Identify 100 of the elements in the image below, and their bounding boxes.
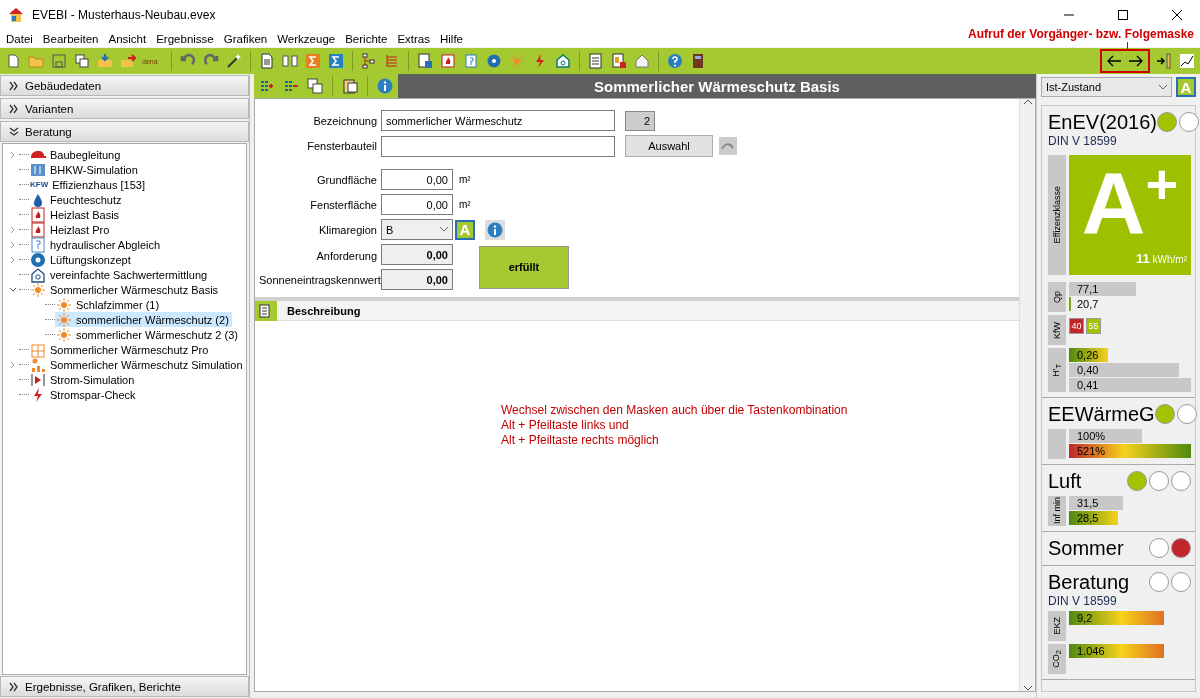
sun-icon xyxy=(30,281,46,298)
sum-icon[interactable] xyxy=(304,52,322,70)
menu-item[interactable]: Ergebnisse xyxy=(152,32,220,45)
valve-icon[interactable] xyxy=(462,52,480,70)
collapse-icon xyxy=(9,126,19,137)
copy-icon[interactable] xyxy=(73,52,91,70)
help-icon[interactable] xyxy=(666,52,684,70)
tree-item[interactable]: Feuchteschutz xyxy=(29,192,125,207)
tree-item[interactable]: Stromspar-Check xyxy=(29,387,139,402)
scroll-up-icon[interactable] xyxy=(1023,99,1032,105)
menu-item[interactable]: Bearbeiten xyxy=(38,32,105,45)
compare-icon[interactable] xyxy=(281,52,299,70)
menu-item[interactable]: Extras xyxy=(393,32,436,45)
menu-item[interactable]: Werkzeuge xyxy=(273,32,342,45)
menu-item[interactable]: Ansicht xyxy=(104,32,153,45)
field-label: Bezeichnung xyxy=(312,114,377,127)
variant-dropdown[interactable]: Ist-Zustand xyxy=(1041,77,1172,97)
menu-item[interactable]: Datei xyxy=(2,32,39,45)
select-button[interactable]: Auswahl xyxy=(625,135,713,157)
tree-item[interactable]: Sommerlicher Wärmeschutz Pro xyxy=(29,342,212,357)
side-label: Qp xyxy=(1052,291,1062,303)
energy-value: 11 kWh/m² xyxy=(1136,251,1187,266)
side-label-bar xyxy=(1048,429,1066,459)
menu-item[interactable]: Hilfe xyxy=(435,32,469,45)
info-icon[interactable] xyxy=(485,219,505,240)
checklist-icon[interactable] xyxy=(587,52,605,70)
field-label: Anforderung xyxy=(315,250,377,262)
bar-value: 20,7 xyxy=(1077,297,1099,311)
expand-icon[interactable] xyxy=(9,240,17,249)
tree-item[interactable]: Heizlast Pro xyxy=(29,222,113,237)
close-icon[interactable] xyxy=(1172,10,1182,20)
import-icon[interactable] xyxy=(96,52,114,70)
collapse-icon[interactable] xyxy=(9,285,17,294)
export-folder-icon[interactable] xyxy=(119,52,137,70)
info-icon[interactable] xyxy=(376,77,394,95)
tree-item[interactable]: vereinfachte Sachwertermittlung xyxy=(29,267,211,282)
arrow-button-icon[interactable] xyxy=(719,137,737,155)
expand-icon[interactable] xyxy=(9,150,17,159)
sun-icon xyxy=(56,296,72,313)
hierarchy-icon[interactable] xyxy=(360,52,378,70)
section-title: Luft xyxy=(1048,469,1082,493)
line-chart-icon[interactable] xyxy=(1178,52,1196,70)
tree-item[interactable]: sommerlicher Wärmeschutz (2) xyxy=(55,312,232,327)
bar-value: 9,2 xyxy=(1077,611,1093,625)
side-label: KfW xyxy=(1052,321,1062,339)
sidebar-section-header[interactable]: Varianten xyxy=(0,98,249,119)
tree-item[interactable]: Baubegleitung xyxy=(29,147,124,162)
flame-icon[interactable] xyxy=(439,52,457,70)
standard-label: DIN V 18599 xyxy=(1048,594,1118,608)
scroll-down-icon[interactable] xyxy=(1023,685,1032,691)
bar-value: 0,40 xyxy=(1077,363,1099,377)
sum-icon[interactable] xyxy=(327,52,345,70)
wand-icon[interactable] xyxy=(225,52,243,70)
sidebar-section-header[interactable]: Gebäudedaten xyxy=(0,75,249,96)
area-field[interactable]: 0,00 xyxy=(381,169,453,190)
expand-icon[interactable] xyxy=(9,255,17,264)
maximize-icon[interactable] xyxy=(1118,10,1128,20)
section-title: Beratung xyxy=(1048,570,1130,594)
house-icon[interactable] xyxy=(633,52,651,70)
fan-icon xyxy=(30,251,46,268)
description-area[interactable]: Wechsel zwischen den Masken auch über die Tastenkombination Alt + Pfeiltaste links und Alt + Pfeiltaste rechts möglich xyxy=(255,321,1019,691)
document-icon[interactable] xyxy=(258,52,276,70)
window-title: EVEBI - Musterhaus-Neubau.evex xyxy=(32,8,217,22)
tree-item[interactable]: hydraulischer Abgleich xyxy=(29,237,164,252)
caret-icon[interactable] xyxy=(1159,84,1167,90)
name-field[interactable]: sommerlicher Wärmeschutz xyxy=(381,110,615,131)
tree-item[interactable]: Sommerlicher Wärmeschutz Basis xyxy=(29,282,222,297)
clipboard-icon[interactable] xyxy=(341,77,359,95)
tree-item[interactable]: Heizlast Basis xyxy=(29,207,123,222)
tree-item[interactable]: KFW Effizienzhaus [153] xyxy=(29,177,148,192)
menu-item[interactable]: Berichte xyxy=(341,32,394,45)
note-text: Alt + Pfeiltaste links und xyxy=(501,418,630,433)
caret-icon[interactable] xyxy=(440,227,448,232)
window-component-field[interactable] xyxy=(381,135,615,157)
result-button[interactable]: erfüllt xyxy=(479,245,569,289)
climate-dropdown[interactable]: B xyxy=(381,219,453,240)
menu-item[interactable]: Grafiken xyxy=(219,32,274,45)
copy-icon[interactable] xyxy=(306,77,324,95)
tree-item[interactable]: Schlafzimmer (1) xyxy=(55,297,163,312)
sidebar-section-header[interactable]: Ergebnisse, Grafiken, Berichte xyxy=(0,676,249,697)
standard-label: DIN V 18599 xyxy=(1048,134,1118,148)
window-area-field[interactable]: 0,00 xyxy=(381,194,453,215)
tree-item[interactable]: sommerlicher Wärmeschutz 2 (3) xyxy=(55,327,241,342)
sidebar-section-header[interactable]: Beratung xyxy=(0,121,249,142)
expand-icon[interactable] xyxy=(9,225,17,234)
tree-item[interactable]: BHKW-Simulation xyxy=(29,162,141,177)
tree-item[interactable]: Sommerlicher Wärmeschutz Simulation xyxy=(29,357,246,372)
chart-icon[interactable] xyxy=(610,52,628,70)
expand-icon xyxy=(9,103,19,114)
tree-item[interactable]: Strom-Simulation xyxy=(29,372,138,387)
tree-item[interactable]: Lüftungskonzept xyxy=(29,252,134,267)
kfw-icon: KFW xyxy=(30,180,49,189)
fan-icon[interactable] xyxy=(485,52,503,70)
report-icon[interactable] xyxy=(416,52,434,70)
expand-icon[interactable] xyxy=(9,360,17,369)
valve-icon xyxy=(30,236,46,253)
jump-to-end-icon[interactable] xyxy=(1155,52,1173,70)
window-icon xyxy=(30,341,46,358)
house-euro-icon[interactable] xyxy=(554,52,572,70)
save-icon[interactable] xyxy=(50,52,68,70)
